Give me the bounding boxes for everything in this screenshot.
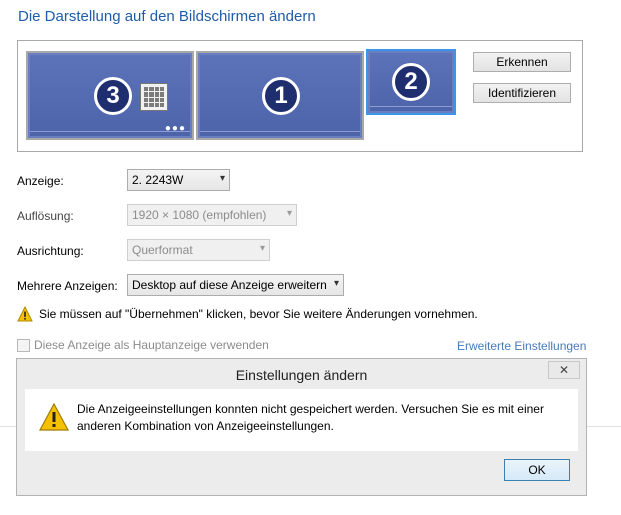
page-title: Die Darstellung auf den Bildschirmen änd… [18,8,316,25]
warning-text: Sie müssen auf "Übernehmen" klicken, bev… [39,307,478,321]
warning-icon [17,306,33,322]
display-value: 2. 2243W [132,173,184,187]
resolution-label: Auflösung: [17,209,74,223]
close-button[interactable]: ✕ [548,361,580,379]
display-label: Anzeige: [17,174,64,188]
chevron-down-icon: ▾ [219,173,225,184]
advanced-settings-link[interactable]: Erweiterte Einstellungen [457,339,586,353]
dialog-message: Die Anzeigeeinstellungen konnten nicht g… [77,402,544,433]
multiple-displays-label: Mehrere Anzeigen: [17,279,118,293]
chevron-down-icon: ▾ [259,243,265,254]
monitor-number-badge: 1 [262,77,300,115]
resolution-dropdown: 1920 × 1080 (empfohlen) ▾ [127,204,297,226]
more-icon: ●●● [164,123,186,134]
detect-button[interactable]: Erkennen [473,52,571,72]
main-display-label: Diese Anzeige als Hauptanzeige verwenden [34,338,269,352]
grid-icon [140,83,168,111]
display-dropdown[interactable]: 2. 2243W ▾ [127,169,230,191]
orientation-dropdown: Querformat ▾ [127,239,270,261]
orientation-value: Querformat [132,243,193,257]
monitor-3[interactable]: 3 ●●● [26,51,194,140]
multiple-displays-value: Desktop auf diese Anzeige erweitern [132,278,327,292]
main-display-checkbox [17,338,30,352]
monitor-number-badge: 2 [392,63,430,101]
apply-warning: Sie müssen auf "Übernehmen" klicken, bev… [17,306,478,322]
change-settings-dialog: Einstellungen ändern ✕ Die Anzeigeeinste… [16,358,587,496]
resolution-value: 1920 × 1080 (empfohlen) [132,208,267,222]
warning-icon [39,403,69,431]
monitor-1[interactable]: 1 [196,51,364,140]
dialog-title: Einstellungen ändern [235,367,368,383]
monitor-number-badge: 3 [94,77,132,115]
identify-button[interactable]: Identifizieren [473,83,571,103]
monitor-2[interactable]: 2 [366,49,456,115]
ok-button[interactable]: OK [504,459,570,481]
orientation-label: Ausrichtung: [17,244,84,258]
dialog-body: Die Anzeigeeinstellungen konnten nicht g… [25,389,578,451]
chevron-down-icon: ▾ [286,208,292,219]
multiple-displays-dropdown[interactable]: Desktop auf diese Anzeige erweitern ▾ [127,274,344,296]
chevron-down-icon: ▾ [333,278,339,289]
main-display-option: Diese Anzeige als Hauptanzeige verwenden [17,338,269,352]
